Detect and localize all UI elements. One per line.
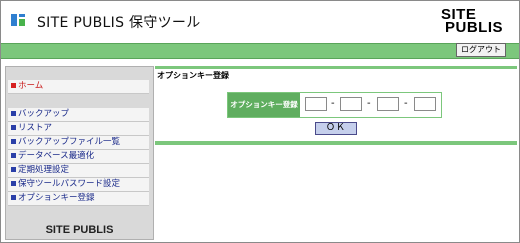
sidebar-item-label: リストア	[18, 123, 53, 133]
sidebar-item-label: ホーム	[18, 81, 44, 91]
option-key-label: オプションキー登録	[228, 93, 300, 117]
app-logo-icon	[11, 14, 31, 30]
option-key-field-2[interactable]	[340, 97, 362, 111]
logout-button[interactable]: ログアウト	[456, 43, 506, 57]
option-key-form: オプションキー登録 - - -	[227, 92, 442, 118]
main-top-bar	[155, 66, 517, 69]
bullet-icon	[11, 166, 16, 172]
app-title: SITE PUBLIS 保守ツール	[37, 15, 201, 31]
page-title: オプションキー登録	[157, 71, 229, 80]
sidebar-item-label: データベース最適化	[18, 151, 95, 161]
header: SITE PUBLIS 保守ツール SITE PUBLIS	[1, 1, 519, 42]
option-key-field-3[interactable]	[377, 97, 399, 111]
sidebar-item-label: バックアップファイル一覧	[18, 137, 121, 147]
sidebar-item-label: オプションキー登録	[18, 193, 95, 203]
sidebar-item-db-optimize[interactable]: データベース最適化	[8, 150, 149, 164]
bullet-icon	[11, 124, 16, 130]
brand-logo: SITE PUBLIS	[441, 7, 511, 36]
sidebar-brand: SITE PUBLIS	[45, 224, 114, 236]
sidebar-item-label: 定期処理設定	[18, 165, 70, 175]
sidebar-item-restore[interactable]: リストア	[8, 122, 149, 136]
option-key-field-4[interactable]	[414, 97, 436, 111]
sidebar-item-home[interactable]: ホーム	[8, 80, 149, 94]
sidebar: ホーム バックアップ リストア バックアップファイル一覧 データベース最適化 定…	[5, 66, 154, 240]
separator: -	[367, 98, 371, 109]
bullet-icon	[11, 138, 16, 144]
brand-line2: PUBLIS	[445, 19, 504, 36]
bullet-icon	[11, 82, 16, 88]
sidebar-item-label: 保守ツールパスワード設定	[18, 179, 121, 189]
sidebar-item-backup[interactable]: バックアップ	[8, 108, 149, 122]
bullet-icon	[11, 194, 16, 200]
sidebar-item-password[interactable]: 保守ツールパスワード設定	[8, 178, 149, 192]
separator: -	[404, 98, 408, 109]
bullet-icon	[11, 152, 16, 158]
sidebar-item-backup-files[interactable]: バックアップファイル一覧	[8, 136, 149, 150]
sidebar-item-option-key[interactable]: オプションキー登録	[8, 192, 149, 206]
option-key-field-1[interactable]	[305, 97, 327, 111]
main-bottom-bar	[155, 141, 517, 145]
bullet-icon	[11, 110, 16, 116]
bullet-icon	[11, 180, 16, 186]
sidebar-item-label: バックアップ	[18, 109, 70, 119]
sidebar-item-scheduled-tasks[interactable]: 定期処理設定	[8, 164, 149, 178]
ok-button[interactable]: ＯＫ	[315, 122, 357, 135]
top-bar	[1, 43, 519, 59]
separator: -	[331, 98, 335, 109]
